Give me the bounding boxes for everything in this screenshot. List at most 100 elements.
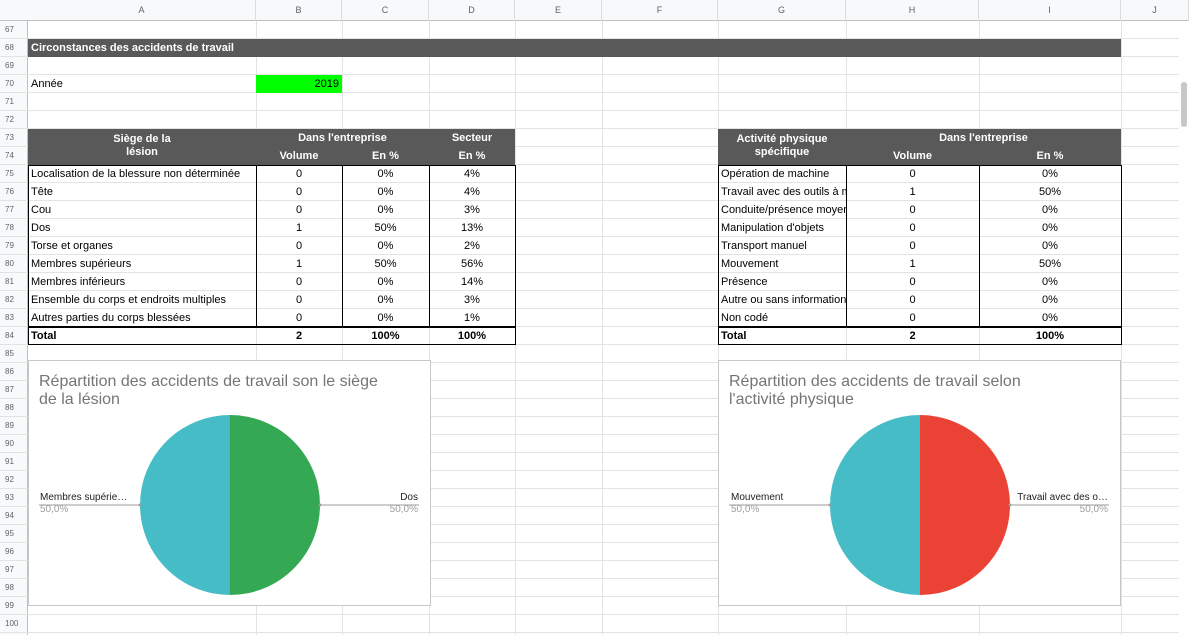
section-title[interactable]: Circonstances des accidents de travail [28, 39, 1121, 57]
row-header-97[interactable]: 97 [0, 561, 28, 579]
activity-table-cell[interactable]: Conduite/présence moyen de transport [718, 201, 846, 219]
activity-table-cell[interactable]: Transport manuel [718, 237, 846, 255]
lesion-total-cell[interactable]: 100% [429, 327, 515, 345]
year-label[interactable]: Année [28, 75, 256, 93]
activity-volume-header[interactable]: Volume [846, 147, 979, 165]
row-header-77[interactable]: 77 [0, 201, 28, 219]
lesion-table-cell[interactable]: 0% [342, 201, 429, 219]
row-header-75[interactable]: 75 [0, 165, 28, 183]
lesion-table-cell[interactable]: 0 [256, 183, 342, 201]
lesion-table-cell[interactable]: 1% [429, 309, 515, 327]
lesion-table-cell[interactable]: 1 [256, 219, 342, 237]
activity-table-cell[interactable]: 1 [846, 183, 979, 201]
activity-total-cell[interactable]: 100% [979, 327, 1121, 345]
activity-total-cell[interactable]: Total [718, 327, 846, 345]
activity-table-cell[interactable]: 0% [979, 201, 1121, 219]
scrollbar-thumb[interactable] [1181, 82, 1187, 127]
row-header-84[interactable]: 84 [0, 327, 28, 345]
lesion-table-cell[interactable]: 0% [342, 291, 429, 309]
activity-table-cell[interactable]: Présence [718, 273, 846, 291]
lesion-table-cell[interactable]: 0 [256, 165, 342, 183]
lesion-table-cell[interactable]: 56% [429, 255, 515, 273]
pie-slice-0-1[interactable] [140, 415, 230, 595]
activity-table-cell[interactable]: Mouvement [718, 255, 846, 273]
activity-table-cell[interactable]: Travail avec des outils à main [718, 183, 846, 201]
row-header-81[interactable]: 81 [0, 273, 28, 291]
lesion-table-cell[interactable]: 2% [429, 237, 515, 255]
lesion-table-cell[interactable]: 50% [342, 219, 429, 237]
sector-pct-header[interactable]: En % [429, 147, 515, 165]
row-header-89[interactable]: 89 [0, 417, 28, 435]
lesion-table-cell[interactable]: 0% [342, 237, 429, 255]
activity-total-cell[interactable]: 2 [846, 327, 979, 345]
lesion-table-cell[interactable]: 0 [256, 291, 342, 309]
lesion-table-cell[interactable]: 0 [256, 309, 342, 327]
column-header-g[interactable]: G [718, 0, 846, 21]
row-header-100[interactable]: 100 [0, 615, 28, 633]
row-header-74[interactable]: 74 [0, 147, 28, 165]
lesion-table-cell[interactable]: 0% [342, 309, 429, 327]
lesion-table-cell[interactable]: Torse et organes [28, 237, 256, 255]
row-header-88[interactable]: 88 [0, 399, 28, 417]
lesion-table-cell[interactable]: 4% [429, 165, 515, 183]
pie-slice-0-0[interactable] [230, 415, 320, 595]
lesion-table-cell[interactable]: 0% [342, 273, 429, 291]
lesion-table-cell[interactable]: Tête [28, 183, 256, 201]
lesion-table-cell[interactable]: 3% [429, 291, 515, 309]
row-header-82[interactable]: 82 [0, 291, 28, 309]
lesion-table-cell[interactable]: 50% [342, 255, 429, 273]
company-group-header[interactable]: Dans l'entreprise [256, 129, 429, 147]
row-header-76[interactable]: 76 [0, 183, 28, 201]
activity-table-cell[interactable]: 0 [846, 219, 979, 237]
activity-table-cell[interactable]: 0 [846, 291, 979, 309]
activity-table-cell[interactable]: 0 [846, 273, 979, 291]
column-header-i[interactable]: I [979, 0, 1121, 21]
activity-col-header[interactable]: Activité physique spécifique [718, 129, 846, 165]
row-header-93[interactable]: 93 [0, 489, 28, 507]
pie-slice-1-0[interactable] [920, 415, 1010, 595]
lesion-table-cell[interactable]: Ensemble du corps et endroits multiples [28, 291, 256, 309]
row-header-85[interactable]: 85 [0, 345, 28, 363]
lesion-pie-chart[interactable]: Répartition des accidents de travail son… [28, 360, 431, 606]
lesion-table-cell[interactable]: Membres inférieurs [28, 273, 256, 291]
row-header-78[interactable]: 78 [0, 219, 28, 237]
row-header-98[interactable]: 98 [0, 579, 28, 597]
lesion-table-cell[interactable]: 0% [342, 183, 429, 201]
column-header-d[interactable]: D [429, 0, 515, 21]
activity-table-cell[interactable]: 0% [979, 291, 1121, 309]
row-header-83[interactable]: 83 [0, 309, 28, 327]
row-header-69[interactable]: 69 [0, 57, 28, 75]
row-header-91[interactable]: 91 [0, 453, 28, 471]
row-header-86[interactable]: 86 [0, 363, 28, 381]
row-header-73[interactable]: 73 [0, 129, 28, 147]
activity-company-group-header[interactable]: Dans l'entreprise [846, 129, 1121, 147]
lesion-total-cell[interactable]: 100% [342, 327, 429, 345]
column-header-h[interactable]: H [846, 0, 979, 21]
row-header-79[interactable]: 79 [0, 237, 28, 255]
activity-table-cell[interactable]: 0 [846, 237, 979, 255]
lesion-total-cell[interactable]: 2 [256, 327, 342, 345]
row-header-92[interactable]: 92 [0, 471, 28, 489]
lesion-table-cell[interactable]: 3% [429, 201, 515, 219]
activity-table-cell[interactable]: Autre ou sans information [718, 291, 846, 309]
column-header-a[interactable]: A [28, 0, 256, 21]
lesion-table-cell[interactable]: Dos [28, 219, 256, 237]
column-header-f[interactable]: F [602, 0, 718, 21]
lesion-table-cell[interactable]: 0 [256, 201, 342, 219]
activity-table-cell[interactable]: 50% [979, 183, 1121, 201]
activity-table-cell[interactable]: Manipulation d'objets [718, 219, 846, 237]
lesion-table-cell[interactable]: Autres parties du corps blessées [28, 309, 256, 327]
activity-table-cell[interactable]: 0% [979, 309, 1121, 327]
lesion-table-cell[interactable]: 1 [256, 255, 342, 273]
year-value[interactable]: 2019 [256, 75, 342, 93]
lesion-table-cell[interactable]: 0 [256, 273, 342, 291]
activity-table-cell[interactable]: 0% [979, 273, 1121, 291]
activity-table-cell[interactable]: Opération de machine [718, 165, 846, 183]
lesion-table-cell[interactable]: 0 [256, 237, 342, 255]
activity-table-cell[interactable]: 50% [979, 255, 1121, 273]
activity-table-cell[interactable]: 0 [846, 201, 979, 219]
activity-table-cell[interactable]: 1 [846, 255, 979, 273]
row-header-95[interactable]: 95 [0, 525, 28, 543]
lesion-table-cell[interactable]: 4% [429, 183, 515, 201]
column-header-b[interactable]: B [256, 0, 342, 21]
